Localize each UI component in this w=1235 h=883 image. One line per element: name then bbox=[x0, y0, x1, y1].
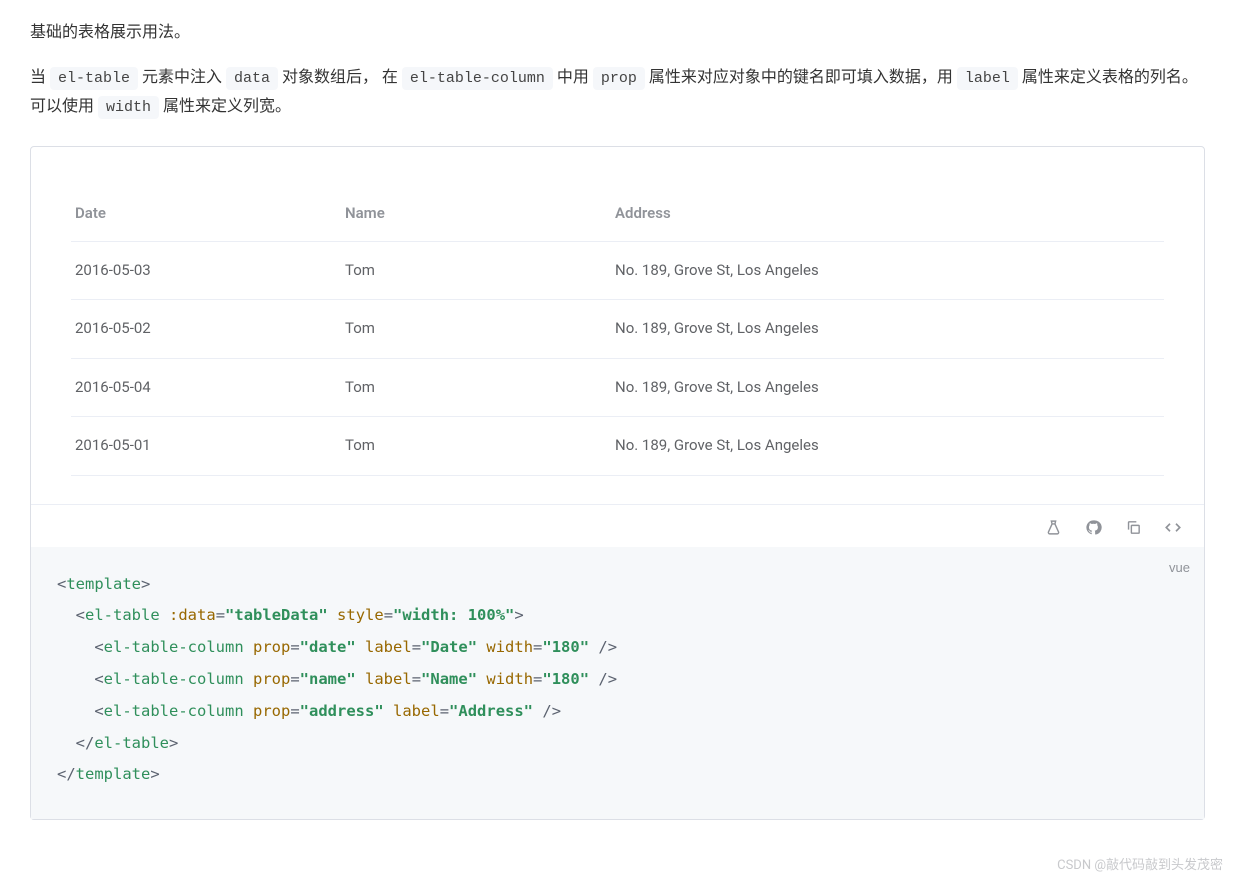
demo-toolbar bbox=[31, 504, 1204, 547]
cell-name: Tom bbox=[341, 241, 611, 300]
demo-render: Date Name Address 2016-05-03 Tom No. 189… bbox=[31, 147, 1204, 504]
text: 属性来定义列宽。 bbox=[159, 96, 291, 115]
cell-name: Tom bbox=[341, 300, 611, 359]
demo-table: Date Name Address 2016-05-03 Tom No. 189… bbox=[71, 187, 1164, 476]
code-el-table: el-table bbox=[50, 67, 138, 90]
code-prop: prop bbox=[593, 67, 645, 90]
cell-address: No. 189, Grove St, Los Angeles bbox=[611, 417, 1164, 476]
text: 属性来对应对象中的键名即可填入数据，用 bbox=[645, 67, 957, 86]
code-label: label bbox=[957, 67, 1018, 90]
intro-line2: 当 el-table 元素中注入 data 对象数组后， 在 el-table-… bbox=[30, 63, 1205, 120]
intro-line1: 基础的表格展示用法。 bbox=[30, 18, 1205, 45]
cell-address: No. 189, Grove St, Los Angeles bbox=[611, 300, 1164, 359]
code-el-table-column: el-table-column bbox=[402, 67, 553, 90]
col-header-name: Name bbox=[341, 187, 611, 241]
cell-address: No. 189, Grove St, Los Angeles bbox=[611, 241, 1164, 300]
table-row: 2016-05-02 Tom No. 189, Grove St, Los An… bbox=[71, 300, 1164, 359]
text: 当 bbox=[30, 67, 50, 86]
table-row: 2016-05-01 Tom No. 189, Grove St, Los An… bbox=[71, 417, 1164, 476]
code-block: vue <template> <el-table :data="tableDat… bbox=[31, 547, 1204, 819]
cell-name: Tom bbox=[341, 358, 611, 417]
cell-address: No. 189, Grove St, Los Angeles bbox=[611, 358, 1164, 417]
code-width: width bbox=[98, 96, 159, 119]
cell-date: 2016-05-01 bbox=[71, 417, 341, 476]
code-content: <template> <el-table :data="tableData" s… bbox=[57, 569, 1178, 791]
col-header-address: Address bbox=[611, 187, 1164, 241]
demo-box: Date Name Address 2016-05-03 Tom No. 189… bbox=[30, 146, 1205, 820]
cell-date: 2016-05-02 bbox=[71, 300, 341, 359]
playground-icon[interactable] bbox=[1044, 519, 1062, 537]
table-row: 2016-05-03 Tom No. 189, Grove St, Los An… bbox=[71, 241, 1164, 300]
col-header-date: Date bbox=[71, 187, 341, 241]
watermark: CSDN @敲代码敲到头发茂密 bbox=[1057, 855, 1223, 877]
code-lang-label: vue bbox=[1169, 555, 1190, 582]
text: 中用 bbox=[553, 67, 593, 86]
cell-date: 2016-05-04 bbox=[71, 358, 341, 417]
table-header-row: Date Name Address bbox=[71, 187, 1164, 241]
text: 元素中注入 bbox=[138, 67, 226, 86]
cell-name: Tom bbox=[341, 417, 611, 476]
code-data: data bbox=[226, 67, 278, 90]
code-toggle-icon[interactable] bbox=[1164, 519, 1182, 537]
table-row: 2016-05-04 Tom No. 189, Grove St, Los An… bbox=[71, 358, 1164, 417]
cell-date: 2016-05-03 bbox=[71, 241, 341, 300]
text: 对象数组后， 在 bbox=[278, 67, 402, 86]
copy-icon[interactable] bbox=[1124, 519, 1142, 537]
github-icon[interactable] bbox=[1084, 519, 1102, 537]
